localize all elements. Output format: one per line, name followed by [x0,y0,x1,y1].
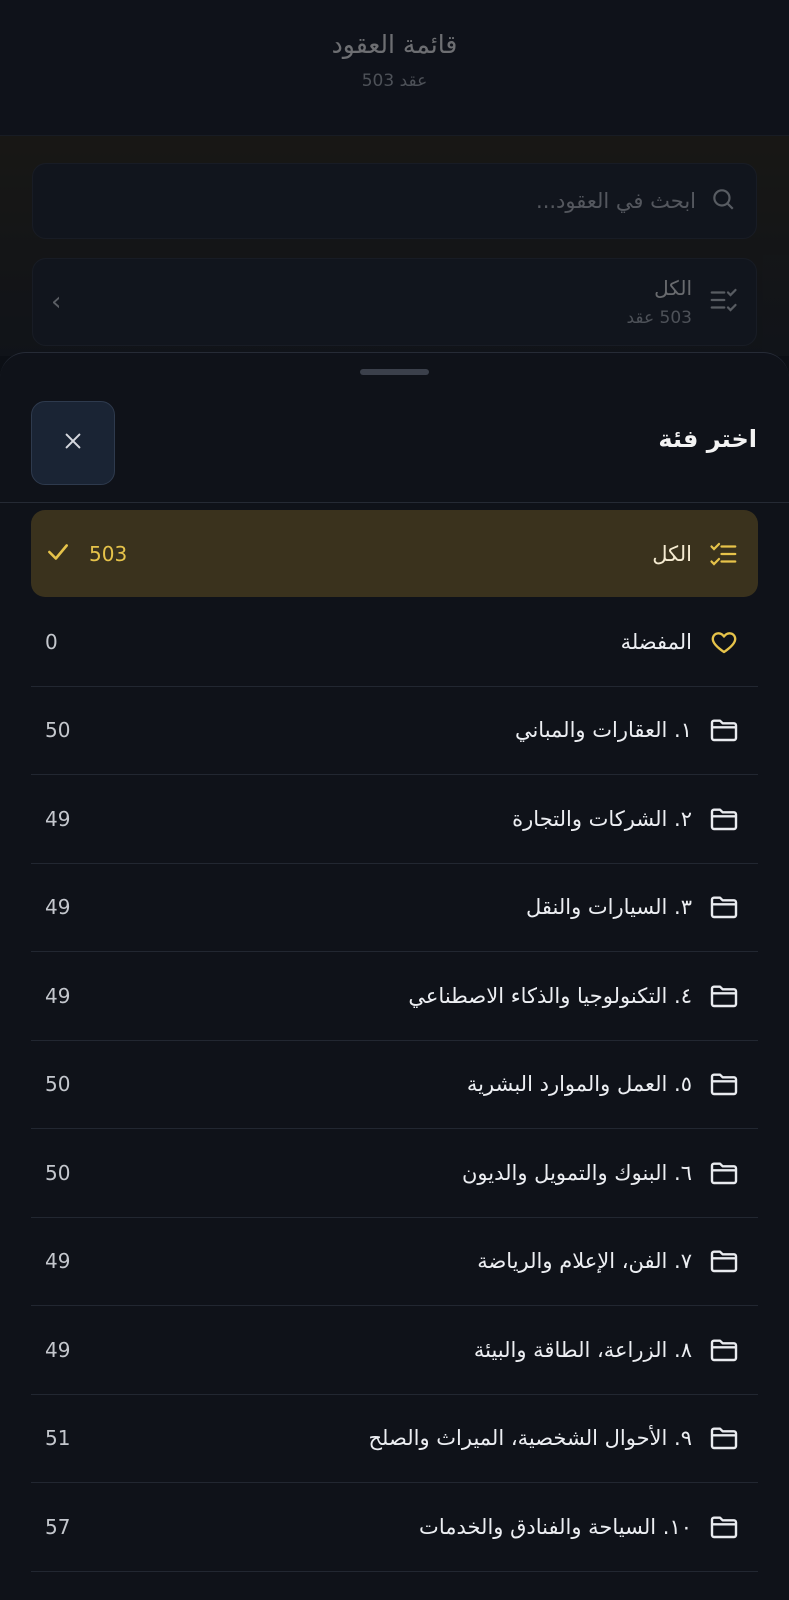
folder-icon [706,978,742,1014]
category-label: ٦. البنوك والتمويل والديون [461,1160,692,1185]
category-filter: الكل 503 عقد ‹ [32,258,757,346]
search-input: ابحث في العقود... [32,163,757,239]
folder-icon [706,712,742,748]
page-title: قائمة العقود [331,30,458,59]
category-count: 50 [45,1160,71,1185]
folder-icon [706,889,742,925]
filter-title: الكل [654,276,692,300]
category-item[interactable]: ٤. التكنولوجيا والذكاء الاصطناعي 49 [31,952,758,1041]
close-button[interactable] [31,401,115,485]
checklist-icon [706,536,742,572]
category-count: 49 [45,983,71,1008]
category-item[interactable]: ٦. البنوك والتمويل والديون 50 [31,1129,758,1218]
sheet-title: اختر فئة [658,425,757,453]
category-count: 50 [45,718,71,743]
page-header: قائمة العقود 503 عقد [0,0,789,136]
category-count: 503 [89,541,128,566]
category-label: ١. العقارات والمباني [514,718,692,743]
category-label: ٣. السيارات والنقل [526,895,692,920]
category-count: 50 [45,1072,71,1097]
category-item[interactable]: ٩. الأحوال الشخصية، الميراث والصلح 51 [31,1395,758,1483]
category-item[interactable]: ٢. الشركات والتجارة 49 [31,775,758,864]
category-item[interactable]: ١. العقارات والمباني 50 [31,687,758,775]
filter-subtitle: 503 عقد [626,308,692,328]
folder-icon [706,801,742,837]
folder-icon [706,1332,742,1368]
checklist-icon [708,285,738,319]
search-icon [710,186,736,216]
search-placeholder: ابحث في العقود... [536,189,696,213]
category-count: 0 [45,629,58,654]
folder-icon [706,1243,742,1279]
heart-icon [706,624,742,660]
sheet-drag-handle[interactable] [360,369,429,375]
category-item[interactable]: ٨. الزراعة، الطاقة والبيئة 49 [31,1306,758,1395]
category-item[interactable]: ٥. العمل والموارد البشرية 50 [31,1041,758,1129]
category-item[interactable]: ٣. السيارات والنقل 49 [31,864,758,952]
category-count: 57 [45,1514,71,1539]
category-sheet: اختر فئة الكل 503 المفضلة 0 ١. العقارات … [0,352,789,1600]
page-subtitle: 503 عقد [361,71,428,91]
category-count: 51 [45,1426,71,1451]
category-label: المفضلة [620,629,692,654]
category-label: ٥. العمل والموارد البشرية [466,1072,692,1097]
folder-icon [706,1420,742,1456]
category-item-all[interactable]: الكل 503 [31,510,758,597]
category-item[interactable]: ٧. الفن، الإعلام والرياضة 49 [31,1218,758,1306]
category-count: 49 [45,806,71,831]
folder-icon [706,1509,742,1545]
category-label: ٩. الأحوال الشخصية، الميراث والصلح [368,1426,693,1451]
category-label: ٢. الشركات والتجارة [512,806,692,831]
chevron-left-icon: ‹ [51,287,62,317]
category-item-favorites[interactable]: المفضلة 0 [31,598,758,687]
close-icon [62,430,84,456]
category-label: ١٠. السياحة والفنادق والخدمات [419,1514,692,1539]
check-icon [45,539,71,569]
category-label: الكل [652,541,692,566]
category-count: 49 [45,1249,71,1274]
sheet-header: اختر فئة [0,401,789,503]
folder-icon [706,1066,742,1102]
folder-icon [706,1155,742,1191]
category-list: الكل 503 المفضلة 0 ١. العقارات والمباني … [31,510,758,1572]
category-label: ٨. الزراعة، الطاقة والبيئة [473,1337,692,1362]
category-count: 49 [45,895,71,920]
category-label: ٤. التكنولوجيا والذكاء الاصطناعي [408,983,692,1008]
category-count: 49 [45,1337,71,1362]
category-item[interactable]: ١٠. السياحة والفنادق والخدمات 57 [31,1483,758,1572]
category-label: ٧. الفن، الإعلام والرياضة [477,1249,692,1274]
